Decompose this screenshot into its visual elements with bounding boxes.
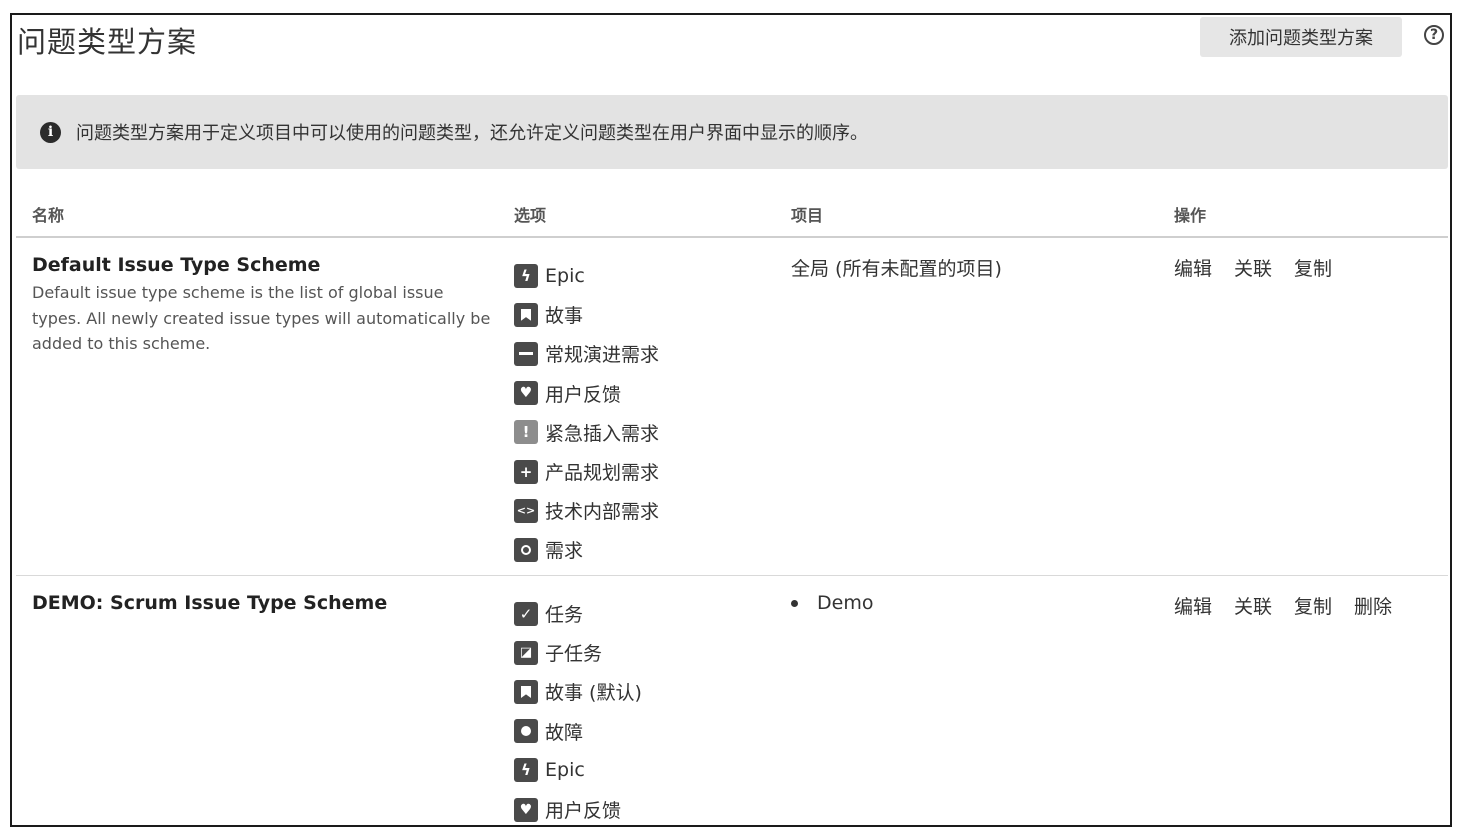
scheme-description: Default issue type scheme is the list of… xyxy=(32,283,491,353)
option-item: 故事 xyxy=(514,295,659,334)
header-name: 名称 xyxy=(32,206,65,225)
option-label: Epic xyxy=(545,264,585,287)
heart-icon: ♥ xyxy=(514,797,538,822)
bookmark-icon xyxy=(514,302,538,327)
option-item: 需求 xyxy=(514,530,659,569)
option-label: 产品规划需求 xyxy=(545,462,660,485)
info-text: 问题类型方案用于定义项目中可以使用的问题类型，还允许定义问题类型在用户界面中显示… xyxy=(76,123,868,144)
option-label: 用户反馈 xyxy=(545,800,622,823)
copy-link[interactable]: 复制 xyxy=(1294,592,1332,619)
checkmark-icon: ✓ xyxy=(514,601,538,626)
options-list: ϟ Epic 故事 常规演进需求 ♥ 用户反馈 ! 紧急插入需求 + 产品规划需 xyxy=(514,256,659,570)
option-label: 子任务 xyxy=(545,643,603,666)
exclamation-icon: ! xyxy=(514,420,538,445)
associate-link[interactable]: 关联 xyxy=(1234,254,1272,281)
subtask-icon: ◪ xyxy=(514,640,538,665)
bug-icon xyxy=(514,719,538,744)
help-icon[interactable]: ? xyxy=(1424,25,1444,45)
associate-link[interactable]: 关联 xyxy=(1234,592,1272,619)
add-issue-type-scheme-button[interactable]: 添加问题类型方案 xyxy=(1200,17,1402,57)
info-banner: i 问题类型方案用于定义项目中可以使用的问题类型，还允许定义问题类型在用户界面中… xyxy=(16,95,1448,169)
option-label: 常规演进需求 xyxy=(545,344,660,367)
project-list-item: Demo xyxy=(791,592,873,614)
option-item: ◪ 子任务 xyxy=(514,633,642,672)
project-cell: 全局 (所有未配置的项目) xyxy=(791,258,1002,280)
header-actions: 操作 xyxy=(1174,206,1207,225)
option-item: ♥ 用户反馈 xyxy=(514,790,642,825)
option-label: Epic xyxy=(545,759,585,782)
edit-link[interactable]: 编辑 xyxy=(1174,592,1212,619)
project-cell: Demo xyxy=(791,592,873,614)
copy-link[interactable]: 复制 xyxy=(1294,254,1332,281)
options-list: ✓ 任务 ◪ 子任务 故事 (默认) 故障 ϟ Epic ♥ 用户反馈 xyxy=(514,594,642,825)
option-item: 故障 xyxy=(514,712,642,751)
option-label: 故事 (默认) xyxy=(545,682,642,705)
option-item: + 产品规划需求 xyxy=(514,452,659,491)
option-item: ! 紧急插入需求 xyxy=(514,413,659,452)
option-item: ϟ Epic xyxy=(514,751,642,790)
table-row: DEMO: Scrum Issue Type Scheme ✓ 任务 ◪ 子任务… xyxy=(16,576,1448,825)
table-row: Default Issue Type Scheme Default issue … xyxy=(16,238,1448,576)
option-label: 需求 xyxy=(545,540,584,563)
bookmark-icon xyxy=(514,679,538,704)
option-item: ✓ 任务 xyxy=(514,594,642,633)
option-label: 用户反馈 xyxy=(545,383,622,406)
minus-icon xyxy=(514,341,538,366)
option-item: 故事 (默认) xyxy=(514,672,642,711)
table-header: 名称 选项 项目 操作 xyxy=(16,198,1448,238)
bullet-icon xyxy=(791,599,798,607)
option-label: 故事 xyxy=(545,305,584,328)
option-item: <> 技术内部需求 xyxy=(514,491,659,530)
page-title: 问题类型方案 xyxy=(17,25,198,59)
main-panel: 问题类型方案 添加问题类型方案 ? i 问题类型方案用于定义项目中可以使用的问题… xyxy=(10,13,1452,827)
info-icon: i xyxy=(40,121,61,143)
circle-icon xyxy=(514,537,538,562)
actions-cell: 编辑 关联 复制 删除 xyxy=(1174,592,1392,619)
heart-icon: ♥ xyxy=(514,381,538,406)
option-label: 故障 xyxy=(545,721,584,744)
option-item: 常规演进需求 xyxy=(514,334,659,373)
lightning-icon: ϟ xyxy=(514,758,538,783)
plus-icon: + xyxy=(514,459,538,484)
scheme-name: DEMO: Scrum Issue Type Scheme xyxy=(32,592,388,614)
option-item: ϟ Epic xyxy=(514,256,659,295)
option-label: 技术内部需求 xyxy=(545,501,660,524)
option-label: 任务 xyxy=(545,604,584,627)
scheme-name: Default Issue Type Scheme xyxy=(32,254,321,276)
edit-link[interactable]: 编辑 xyxy=(1174,254,1212,281)
option-item: ♥ 用户反馈 xyxy=(514,374,659,413)
option-label: 紧急插入需求 xyxy=(545,422,660,445)
lightning-icon: ϟ xyxy=(514,263,538,288)
delete-link[interactable]: 删除 xyxy=(1354,592,1392,619)
header-options: 选项 xyxy=(514,206,547,225)
project-link[interactable]: Demo xyxy=(817,592,873,614)
actions-cell: 编辑 关联 复制 xyxy=(1174,254,1332,281)
code-icon: <> xyxy=(514,498,538,523)
header-projects: 项目 xyxy=(791,206,824,225)
